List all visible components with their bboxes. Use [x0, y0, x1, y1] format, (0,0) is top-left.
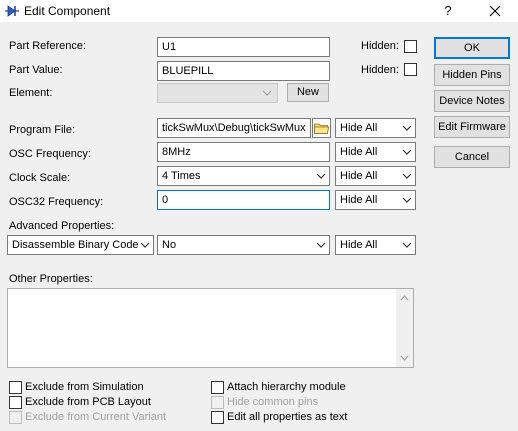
- chevron-down-icon: [316, 242, 326, 248]
- part-value-hidden-label: Hidden:: [361, 64, 399, 76]
- part-value-label: Part Value:: [9, 64, 63, 76]
- exclude-pcb-checkbox[interactable]: [9, 396, 22, 409]
- osc-frequency-visibility-value: Hide All: [340, 146, 378, 158]
- other-properties-label: Other Properties:: [9, 273, 93, 285]
- ok-button[interactable]: OK: [434, 37, 510, 59]
- chevron-down-icon: [402, 125, 412, 131]
- attach-hierarchy-label: Attach hierarchy module: [227, 381, 346, 393]
- chevron-down-icon: [402, 242, 412, 248]
- window-title: Edit Component: [24, 4, 111, 18]
- chevron-down-icon: [262, 90, 272, 96]
- advanced-property-value: Disassemble Binary Code: [12, 239, 139, 251]
- element-label: Element:: [9, 87, 53, 99]
- other-properties-textarea[interactable]: [7, 288, 414, 368]
- scroll-down-icon: [400, 355, 409, 361]
- close-button[interactable]: [484, 2, 506, 20]
- osc32-frequency-label: OSC32 Frequency:: [9, 196, 104, 208]
- exclude-simulation-checkbox[interactable]: [9, 381, 22, 394]
- osc-frequency-visibility-select[interactable]: Hide All: [335, 142, 416, 162]
- edit-all-properties-label: Edit all properties as text: [227, 411, 348, 423]
- program-file-visibility-value: Hide All: [340, 122, 378, 134]
- browse-button[interactable]: [312, 118, 331, 138]
- device-notes-button[interactable]: Device Notes: [434, 90, 510, 112]
- chevron-down-icon: [140, 242, 150, 248]
- part-value-hidden-checkbox[interactable]: [404, 63, 417, 76]
- hide-common-pins-checkbox: [211, 396, 224, 409]
- clock-scale-visibility-value: Hide All: [340, 170, 378, 182]
- part-reference-label: Part Reference:: [9, 40, 87, 52]
- program-file-label: Program File:: [9, 124, 76, 136]
- other-properties-scrollbar[interactable]: [396, 289, 413, 367]
- folder-icon: [314, 123, 329, 134]
- osc32-frequency-input[interactable]: 0: [157, 190, 330, 210]
- part-reference-input[interactable]: U1: [157, 37, 330, 57]
- component-icon: [5, 5, 19, 17]
- chevron-down-icon: [402, 149, 412, 155]
- advanced-value: No: [162, 239, 177, 251]
- exclude-variant-label: Exclude from Current Variant: [25, 411, 167, 423]
- exclude-simulation-label: Exclude from Simulation: [25, 381, 144, 393]
- exclude-pcb-label: Exclude from PCB Layout: [25, 396, 151, 408]
- advanced-properties-label: Advanced Properties:: [9, 220, 115, 232]
- hide-common-pins-label: Hide common pins: [227, 396, 319, 408]
- new-element-button[interactable]: New: [287, 83, 329, 102]
- program-file-input[interactable]: tickSwMux\Debug\tickSwMux: [157, 118, 311, 138]
- chevron-down-icon: [316, 173, 326, 179]
- clock-scale-value: 4 Times: [162, 170, 201, 182]
- advanced-visibility-value: Hide All: [340, 239, 378, 251]
- chevron-down-icon: [402, 173, 412, 179]
- part-value-input[interactable]: BLUEPILL: [157, 61, 330, 81]
- attach-hierarchy-checkbox[interactable]: [211, 381, 224, 394]
- element-select: [157, 83, 278, 103]
- osc-frequency-label: OSC Frequency:: [9, 148, 91, 160]
- hidden-pins-button[interactable]: Hidden Pins: [434, 64, 510, 86]
- close-icon: [489, 5, 501, 17]
- program-file-visibility-select[interactable]: Hide All: [335, 118, 416, 138]
- osc-frequency-input[interactable]: 8MHz: [157, 142, 330, 162]
- part-reference-hidden-checkbox[interactable]: [404, 40, 417, 53]
- clock-scale-label: Clock Scale:: [9, 172, 71, 184]
- clock-scale-select[interactable]: 4 Times: [157, 166, 330, 186]
- edit-all-properties-checkbox[interactable]: [211, 411, 224, 424]
- osc32-frequency-visibility-select[interactable]: Hide All: [335, 190, 416, 210]
- exclude-variant-checkbox: [9, 411, 22, 424]
- advanced-property-select[interactable]: Disassemble Binary Code: [7, 235, 154, 255]
- advanced-value-select[interactable]: No: [157, 235, 330, 255]
- chevron-down-icon: [402, 197, 412, 203]
- scroll-up-icon: [400, 295, 409, 301]
- edit-firmware-button[interactable]: Edit Firmware: [434, 116, 510, 138]
- clock-scale-visibility-select[interactable]: Hide All: [335, 166, 416, 186]
- part-reference-hidden-label: Hidden:: [361, 40, 399, 52]
- cancel-button[interactable]: Cancel: [434, 146, 510, 168]
- help-button[interactable]: ?: [437, 2, 459, 20]
- osc32-frequency-visibility-value: Hide All: [340, 194, 378, 206]
- advanced-visibility-select[interactable]: Hide All: [335, 235, 416, 255]
